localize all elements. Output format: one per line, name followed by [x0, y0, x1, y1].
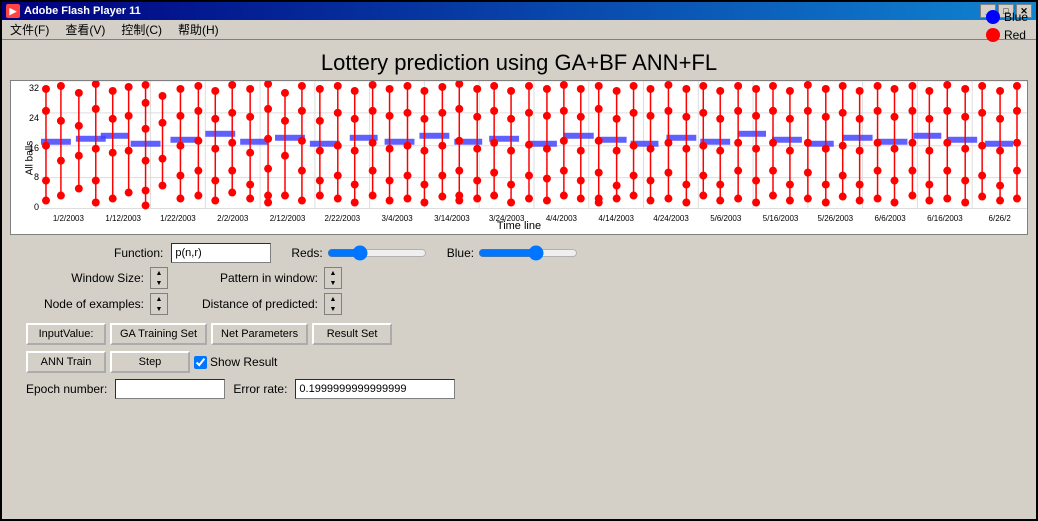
window-size-down[interactable]: ▼	[151, 278, 167, 288]
ga-training-set-button[interactable]: GA Training Set	[110, 323, 207, 345]
pattern-down[interactable]: ▼	[325, 278, 341, 288]
error-input[interactable]	[295, 379, 455, 399]
window-size-spin[interactable]: ▲ ▼	[150, 267, 168, 289]
function-label: Function:	[114, 246, 163, 260]
y-tick-0: 0	[13, 202, 39, 212]
menu-help[interactable]: 帮助(H)	[174, 21, 223, 38]
blue-slider-group: Blue:	[447, 246, 578, 260]
x-label-2: 1/22/2003	[151, 214, 206, 223]
x-label-13: 5/16/2003	[753, 214, 808, 223]
node-examples-label: Node of examples:	[14, 297, 144, 311]
reds-label: Reds:	[291, 246, 322, 260]
y-tick-4: 32	[13, 83, 39, 93]
controls-area: Function: Reds: Blue: Window Size: ▲ ▼	[2, 235, 1036, 403]
show-result-label[interactable]: Show Result	[194, 355, 277, 369]
red-dot	[986, 28, 1000, 42]
blue-slider[interactable]	[478, 246, 578, 260]
show-result-checkbox[interactable]	[194, 356, 207, 369]
chart-svg	[41, 81, 1027, 210]
chart-area: All balls 0 8 16 24 32	[10, 80, 1028, 235]
menu-file[interactable]: 文件(F)	[6, 21, 53, 38]
window-title: Adobe Flash Player 11	[24, 5, 141, 17]
error-label: Error rate:	[233, 382, 287, 396]
function-input[interactable]	[171, 243, 271, 263]
node-examples-down[interactable]: ▼	[151, 304, 167, 314]
chart-legend: Blue Red	[986, 10, 1028, 42]
x-label-3: 2/2/2003	[205, 214, 260, 223]
net-parameters-button[interactable]: Net Parameters	[211, 323, 308, 345]
y-tick-3: 24	[13, 113, 39, 123]
node-examples-row: Node of examples: ▲ ▼	[14, 293, 168, 315]
title-bar-left: ▶ Adobe Flash Player 11	[6, 4, 141, 18]
window-size-row: Window Size: ▲ ▼	[14, 267, 168, 289]
x-label-1: 1/12/2003	[96, 214, 151, 223]
title-text: Lottery prediction using GA+BF ANN+FL	[321, 50, 717, 75]
node-examples-spin[interactable]: ▲ ▼	[150, 293, 168, 315]
x-label-16: 6/16/2003	[918, 214, 973, 223]
y-tick-2: 16	[13, 143, 39, 153]
x-label-15: 6/6/2003	[863, 214, 918, 223]
result-set-button[interactable]: Result Set	[312, 323, 392, 345]
legend-blue: Blue	[986, 10, 1028, 24]
x-label-17: 6/26/2	[972, 214, 1027, 223]
distance-label: Distance of predicted:	[188, 297, 318, 311]
x-label-11: 4/24/2003	[644, 214, 699, 223]
params-section2: Node of examples: ▲ ▼ Distance of predic…	[14, 293, 1024, 315]
show-result-text: Show Result	[210, 355, 277, 369]
menu-bar: 文件(F) 查看(V) 控制(C) 帮助(H)	[2, 20, 1036, 40]
main-window: ▶ Adobe Flash Player 11 _ □ ✕ 文件(F) 查看(V…	[0, 0, 1038, 521]
pattern-row: Pattern in window: ▲ ▼	[188, 267, 342, 289]
params-section: Window Size: ▲ ▼ Pattern in window: ▲ ▼	[14, 267, 1024, 289]
function-row: Function: Reds: Blue:	[114, 243, 1024, 263]
distance-down[interactable]: ▼	[325, 304, 341, 314]
pattern-spin[interactable]: ▲ ▼	[324, 267, 342, 289]
x-label-5: 2/22/2003	[315, 214, 370, 223]
pattern-label: Pattern in window:	[188, 271, 318, 285]
node-examples-up[interactable]: ▲	[151, 294, 167, 304]
x-label-7: 3/14/2003	[424, 214, 479, 223]
x-label-0: 1/2/2003	[41, 214, 96, 223]
pattern-up[interactable]: ▲	[325, 268, 341, 278]
reds-slider[interactable]	[327, 246, 427, 260]
buttons-row-1: InputValue: GA Training Set Net Paramete…	[26, 323, 1024, 345]
ann-train-button[interactable]: ANN Train	[26, 351, 106, 373]
legend-red: Red	[986, 28, 1028, 42]
x-label-12: 5/6/2003	[698, 214, 753, 223]
x-label-10: 4/14/2003	[589, 214, 644, 223]
epoch-label: Epoch number:	[26, 382, 107, 396]
y-tick-1: 8	[13, 172, 39, 182]
blue-dot	[986, 10, 1000, 24]
title-bar: ▶ Adobe Flash Player 11 _ □ ✕	[2, 2, 1036, 20]
blue-slider-label: Blue:	[447, 246, 474, 260]
distance-spin[interactable]: ▲ ▼	[324, 293, 342, 315]
epoch-input[interactable]	[115, 379, 225, 399]
step-button[interactable]: Step	[110, 351, 190, 373]
input-value-button[interactable]: InputValue:	[26, 323, 106, 345]
red-label: Red	[1004, 28, 1026, 42]
y-tick-labels: 0 8 16 24 32	[11, 81, 41, 214]
app-icon: ▶	[6, 4, 20, 18]
window-size-label: Window Size:	[14, 271, 144, 285]
distance-row: Distance of predicted: ▲ ▼	[188, 293, 342, 315]
x-axis-title: Time line	[497, 220, 541, 232]
page-title: Lottery prediction using GA+BF ANN+FL Bl…	[2, 40, 1036, 80]
reds-slider-group: Reds:	[291, 246, 426, 260]
blue-label: Blue	[1004, 10, 1028, 24]
epoch-row: Epoch number: Error rate:	[26, 379, 1024, 399]
menu-control[interactable]: 控制(C)	[117, 21, 166, 38]
x-label-6: 3/4/2003	[370, 214, 425, 223]
menu-view[interactable]: 查看(V)	[61, 21, 109, 38]
x-label-14: 5/26/2003	[808, 214, 863, 223]
window-size-up[interactable]: ▲	[151, 268, 167, 278]
distance-up[interactable]: ▲	[325, 294, 341, 304]
x-label-4: 2/12/2003	[260, 214, 315, 223]
buttons-row-2: ANN Train Step Show Result	[26, 351, 1024, 373]
x-label-9: 4/4/2003	[534, 214, 589, 223]
